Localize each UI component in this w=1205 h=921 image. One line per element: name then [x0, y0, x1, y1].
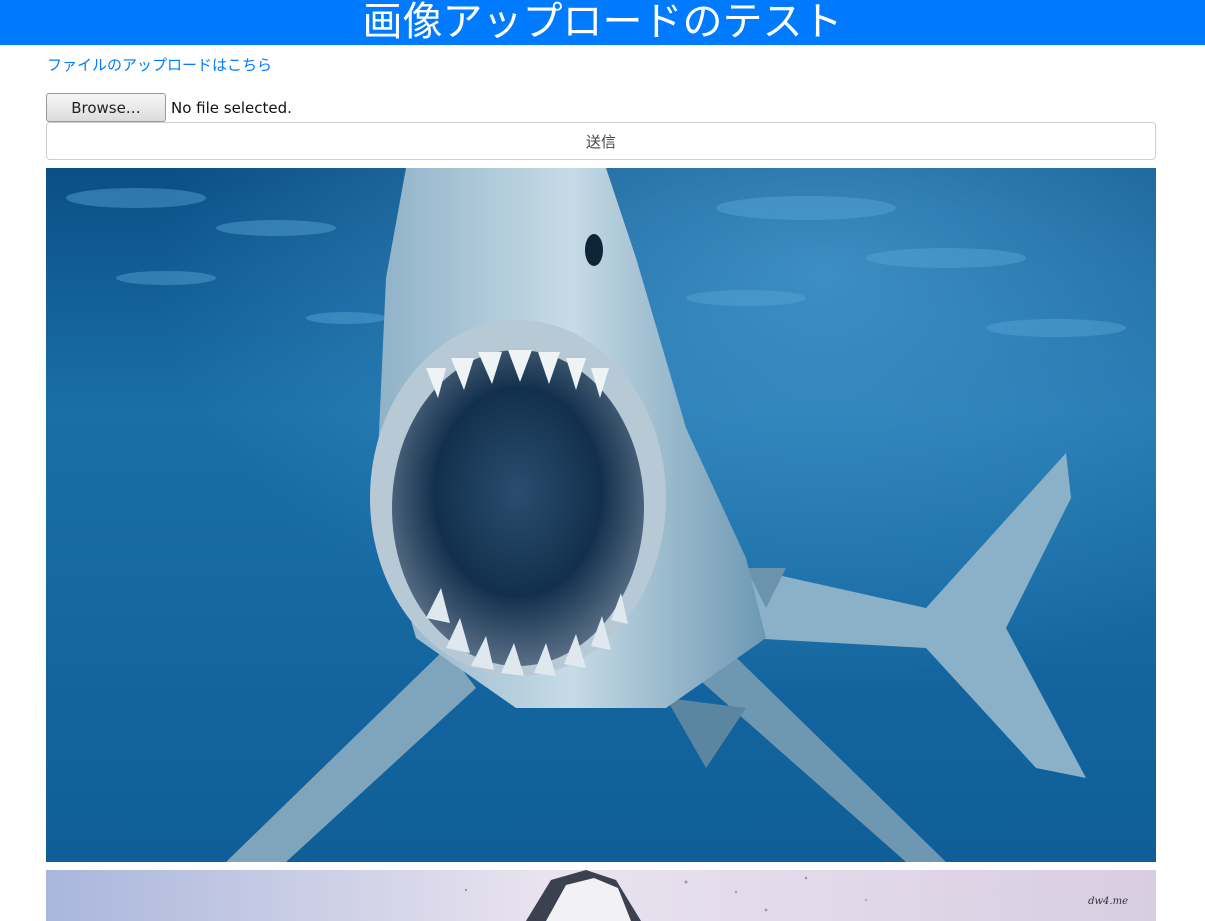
page-title: 画像アップロードのテスト — [362, 0, 843, 45]
file-status-text: No file selected. — [171, 98, 292, 117]
watermark-text: dw4.me — [1088, 896, 1128, 907]
shark-image — [46, 168, 1156, 862]
shark-image-2 — [46, 870, 1156, 921]
shark-photo — [46, 168, 1156, 862]
file-input-row: Browse… No file selected. — [46, 93, 292, 122]
upload-page-link[interactable]: ファイルのアップロードはこちら — [47, 55, 272, 75]
submit-button[interactable]: 送信 — [46, 122, 1156, 160]
shark-photo-2: dw4.me — [46, 870, 1156, 921]
browse-button[interactable]: Browse… — [46, 93, 166, 122]
page-header: 画像アップロードのテスト — [0, 0, 1205, 45]
